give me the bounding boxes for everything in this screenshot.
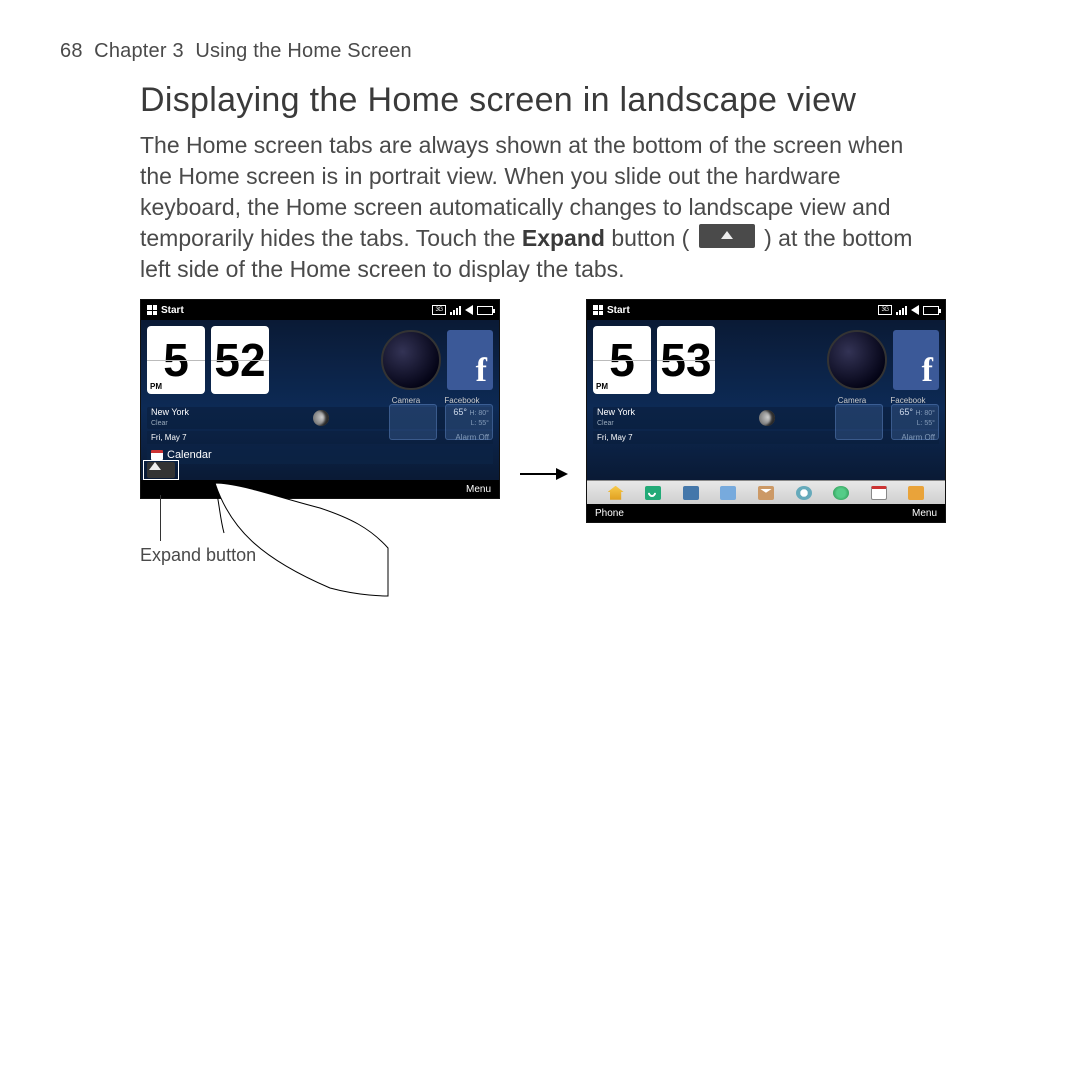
weather-icon [759,410,775,426]
expand-button[interactable] [147,462,175,478]
network-indicator: 3G [432,305,446,315]
tab-strip [587,480,945,504]
network-indicator: 3G [878,305,892,315]
empty-tile[interactable] [389,404,437,440]
expand-inline-icon [699,224,755,248]
paragraph-text-2: button ( [605,225,696,251]
section-title: Displaying the Home screen in landscape … [140,81,1020,120]
calendar-label: Calendar [167,449,212,461]
camera-tile[interactable] [381,330,441,390]
screenshot-before: Start 3G 5PM 52 f [140,299,500,499]
menu-softkey[interactable]: Menu [466,484,491,495]
tab-stocks[interactable] [905,484,927,502]
body-paragraph: The Home screen tabs are always shown at… [140,130,930,285]
empty-tile[interactable] [891,404,939,440]
clock-hour: 5PM [147,326,205,394]
clock-hour: 5PM [593,326,651,394]
battery-icon [923,306,939,315]
facebook-tile[interactable]: f [893,330,939,390]
start-label: Start [607,305,630,316]
start-button[interactable]: Start [593,305,630,316]
menu-softkey[interactable]: Menu [912,508,937,519]
speaker-icon [465,305,473,315]
signal-icon [450,305,461,315]
figure-row: Start 3G 5PM 52 f [140,299,1020,566]
page-header: 68 Chapter 3 Using the Home Screen [60,40,1020,63]
facebook-tile[interactable]: f [447,330,493,390]
calendar-row[interactable]: Calendar [147,446,493,464]
expand-word: Expand [522,225,605,251]
tab-people[interactable] [680,484,702,502]
calendar-icon [151,450,163,460]
empty-tile[interactable] [445,404,493,440]
tab-messages[interactable] [717,484,739,502]
tab-internet[interactable] [830,484,852,502]
date-label: Fri, May 7 [151,433,187,442]
weather-icon [313,410,329,426]
start-button[interactable]: Start [147,305,184,316]
weather-condition: Clear [597,420,614,427]
tab-mail[interactable] [755,484,777,502]
battery-icon [477,306,493,315]
chapter-title: Using the Home Screen [195,40,412,62]
clock-minute: 52 [211,326,269,394]
callout-line [160,495,161,541]
screenshot-after: Start 3G 5PM 53 f CameraFacebook [586,299,946,523]
tab-home[interactable] [605,484,627,502]
phone-softkey[interactable]: Phone [595,508,624,519]
start-label: Start [161,305,184,316]
chapter-label: Chapter 3 [94,40,184,62]
windows-icon [147,305,157,315]
camera-tile[interactable] [827,330,887,390]
signal-icon [896,305,907,315]
clock-minute: 53 [657,326,715,394]
empty-tile[interactable] [835,404,883,440]
windows-icon [593,305,603,315]
arrow-between-icon [520,391,566,475]
speaker-icon [911,305,919,315]
page-number: 68 [60,40,83,62]
tab-phone[interactable] [642,484,664,502]
tab-att[interactable] [793,484,815,502]
date-label: Fri, May 7 [597,433,633,442]
weather-condition: Clear [151,420,168,427]
hand-pointer-icon [210,478,390,598]
weather-city: New York [151,407,189,417]
weather-city: New York [597,407,635,417]
tab-calendar[interactable] [868,484,890,502]
